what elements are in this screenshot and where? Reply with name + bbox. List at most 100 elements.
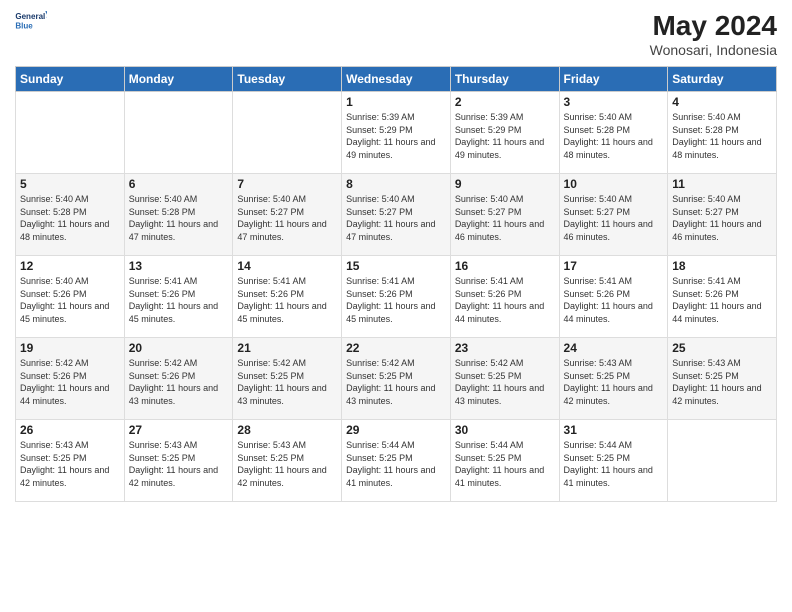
month-year: May 2024	[650, 10, 777, 42]
day-info: Sunrise: 5:44 AM Sunset: 5:25 PM Dayligh…	[455, 439, 555, 489]
day-number: 15	[346, 259, 446, 273]
day-info: Sunrise: 5:43 AM Sunset: 5:25 PM Dayligh…	[20, 439, 120, 489]
day-cell: 10Sunrise: 5:40 AM Sunset: 5:27 PM Dayli…	[559, 174, 668, 256]
location: Wonosari, Indonesia	[650, 42, 777, 58]
day-cell	[668, 420, 777, 502]
day-cell: 16Sunrise: 5:41 AM Sunset: 5:26 PM Dayli…	[450, 256, 559, 338]
week-row-4: 19Sunrise: 5:42 AM Sunset: 5:26 PM Dayli…	[16, 338, 777, 420]
day-info: Sunrise: 5:41 AM Sunset: 5:26 PM Dayligh…	[346, 275, 446, 325]
day-info: Sunrise: 5:40 AM Sunset: 5:27 PM Dayligh…	[455, 193, 555, 243]
title-block: May 2024 Wonosari, Indonesia	[650, 10, 777, 58]
day-number: 7	[237, 177, 337, 191]
day-info: Sunrise: 5:41 AM Sunset: 5:26 PM Dayligh…	[237, 275, 337, 325]
weekday-header-saturday: Saturday	[668, 67, 777, 92]
day-cell: 4 Sunrise: 5:40 AM Sunset: 5:28 PM Daylig…	[668, 92, 777, 174]
day-cell: 8 Sunrise: 5:40 AM Sunset: 5:27 PM Daylig…	[342, 174, 451, 256]
week-row-1: 1 Sunrise: 5:39 AM Sunset: 5:29 PM Daylig…	[16, 92, 777, 174]
day-number: 2	[455, 95, 555, 109]
day-info: Sunrise: 5:39 AM Sunset: 5:29 PM Dayligh…	[346, 111, 446, 161]
day-info: Sunrise: 5:42 AM Sunset: 5:25 PM Dayligh…	[237, 357, 337, 407]
day-cell: 19Sunrise: 5:42 AM Sunset: 5:26 PM Dayli…	[16, 338, 125, 420]
day-cell: 24 Sunrise: 5:43 AM Sunset: 5:25 PM Dayli…	[559, 338, 668, 420]
day-info: Sunrise: 5:40 AM Sunset: 5:28 PM Dayligh…	[129, 193, 229, 243]
day-info: Sunrise: 5:41 AM Sunset: 5:26 PM Dayligh…	[129, 275, 229, 325]
day-number: 20	[129, 341, 229, 355]
day-number: 4	[672, 95, 772, 109]
day-number: 1	[346, 95, 446, 109]
weekday-header-sunday: Sunday	[16, 67, 125, 92]
day-info: Sunrise: 5:43 AM Sunset: 5:25 PM Dayligh…	[237, 439, 337, 489]
day-number: 23	[455, 341, 555, 355]
header: General Blue General Blue May 2024 Wonos…	[15, 10, 777, 58]
day-number: 25	[672, 341, 772, 355]
weekday-header-wednesday: Wednesday	[342, 67, 451, 92]
day-cell: 14 Sunrise: 5:41 AM Sunset: 5:26 PM Dayli…	[233, 256, 342, 338]
day-info: Sunrise: 5:42 AM Sunset: 5:26 PM Dayligh…	[20, 357, 120, 407]
day-number: 5	[20, 177, 120, 191]
page: General Blue General Blue May 2024 Wonos…	[0, 0, 792, 612]
svg-text:Blue: Blue	[15, 21, 33, 30]
day-number: 21	[237, 341, 337, 355]
day-number: 11	[672, 177, 772, 191]
day-cell	[124, 92, 233, 174]
day-info: Sunrise: 5:43 AM Sunset: 5:25 PM Dayligh…	[672, 357, 772, 407]
day-number: 17	[564, 259, 664, 273]
day-number: 6	[129, 177, 229, 191]
day-number: 30	[455, 423, 555, 437]
day-number: 29	[346, 423, 446, 437]
calendar-table: SundayMondayTuesdayWednesdayThursdayFrid…	[15, 66, 777, 502]
day-cell: 23 Sunrise: 5:42 AM Sunset: 5:25 PM Dayli…	[450, 338, 559, 420]
day-number: 9	[455, 177, 555, 191]
week-row-2: 5 Sunrise: 5:40 AM Sunset: 5:28 PM Daylig…	[16, 174, 777, 256]
day-cell: 11 Sunrise: 5:40 AM Sunset: 5:27 PM Dayli…	[668, 174, 777, 256]
day-cell: 26 Sunrise: 5:43 AM Sunset: 5:25 PM Dayli…	[16, 420, 125, 502]
day-info: Sunrise: 5:40 AM Sunset: 5:27 PM Dayligh…	[672, 193, 772, 243]
week-row-3: 12Sunrise: 5:40 AM Sunset: 5:26 PM Dayli…	[16, 256, 777, 338]
weekday-header-tuesday: Tuesday	[233, 67, 342, 92]
day-number: 26	[20, 423, 120, 437]
day-number: 24	[564, 341, 664, 355]
day-number: 14	[237, 259, 337, 273]
day-cell: 6 Sunrise: 5:40 AM Sunset: 5:28 PM Daylig…	[124, 174, 233, 256]
day-cell: 7 Sunrise: 5:40 AM Sunset: 5:27 PM Daylig…	[233, 174, 342, 256]
day-info: Sunrise: 5:42 AM Sunset: 5:25 PM Dayligh…	[346, 357, 446, 407]
day-info: Sunrise: 5:40 AM Sunset: 5:28 PM Dayligh…	[20, 193, 120, 243]
day-info: Sunrise: 5:40 AM Sunset: 5:26 PM Dayligh…	[20, 275, 120, 325]
week-row-5: 26 Sunrise: 5:43 AM Sunset: 5:25 PM Dayli…	[16, 420, 777, 502]
day-number: 31	[564, 423, 664, 437]
weekday-header-row: SundayMondayTuesdayWednesdayThursdayFrid…	[16, 67, 777, 92]
day-info: Sunrise: 5:44 AM Sunset: 5:25 PM Dayligh…	[346, 439, 446, 489]
day-number: 13	[129, 259, 229, 273]
day-info: Sunrise: 5:40 AM Sunset: 5:27 PM Dayligh…	[237, 193, 337, 243]
day-info: Sunrise: 5:40 AM Sunset: 5:27 PM Dayligh…	[564, 193, 664, 243]
day-info: Sunrise: 5:42 AM Sunset: 5:25 PM Dayligh…	[455, 357, 555, 407]
day-cell	[233, 92, 342, 174]
day-cell: 27Sunrise: 5:43 AM Sunset: 5:25 PM Dayli…	[124, 420, 233, 502]
day-number: 3	[564, 95, 664, 109]
day-cell: 30 Sunrise: 5:44 AM Sunset: 5:25 PM Dayli…	[450, 420, 559, 502]
day-cell: 25 Sunrise: 5:43 AM Sunset: 5:25 PM Dayli…	[668, 338, 777, 420]
day-info: Sunrise: 5:41 AM Sunset: 5:26 PM Dayligh…	[672, 275, 772, 325]
day-cell: 15 Sunrise: 5:41 AM Sunset: 5:26 PM Dayli…	[342, 256, 451, 338]
weekday-header-thursday: Thursday	[450, 67, 559, 92]
day-cell: 20Sunrise: 5:42 AM Sunset: 5:26 PM Dayli…	[124, 338, 233, 420]
day-cell: 22 Sunrise: 5:42 AM Sunset: 5:25 PM Dayli…	[342, 338, 451, 420]
day-number: 27	[129, 423, 229, 437]
day-cell: 1 Sunrise: 5:39 AM Sunset: 5:29 PM Daylig…	[342, 92, 451, 174]
day-cell: 29 Sunrise: 5:44 AM Sunset: 5:25 PM Dayli…	[342, 420, 451, 502]
day-cell: 28Sunrise: 5:43 AM Sunset: 5:25 PM Dayli…	[233, 420, 342, 502]
day-info: Sunrise: 5:43 AM Sunset: 5:25 PM Dayligh…	[564, 357, 664, 407]
day-cell	[16, 92, 125, 174]
day-info: Sunrise: 5:44 AM Sunset: 5:25 PM Dayligh…	[564, 439, 664, 489]
day-number: 8	[346, 177, 446, 191]
day-number: 22	[346, 341, 446, 355]
day-info: Sunrise: 5:40 AM Sunset: 5:27 PM Dayligh…	[346, 193, 446, 243]
day-cell: 21 Sunrise: 5:42 AM Sunset: 5:25 PM Dayli…	[233, 338, 342, 420]
day-cell: 3Sunrise: 5:40 AM Sunset: 5:28 PM Daylig…	[559, 92, 668, 174]
logo: General Blue General Blue	[15, 10, 51, 42]
day-info: Sunrise: 5:39 AM Sunset: 5:29 PM Dayligh…	[455, 111, 555, 161]
day-cell: 2 Sunrise: 5:39 AM Sunset: 5:29 PM Daylig…	[450, 92, 559, 174]
day-cell: 18Sunrise: 5:41 AM Sunset: 5:26 PM Dayli…	[668, 256, 777, 338]
day-info: Sunrise: 5:41 AM Sunset: 5:26 PM Dayligh…	[455, 275, 555, 325]
day-info: Sunrise: 5:40 AM Sunset: 5:28 PM Dayligh…	[672, 111, 772, 161]
